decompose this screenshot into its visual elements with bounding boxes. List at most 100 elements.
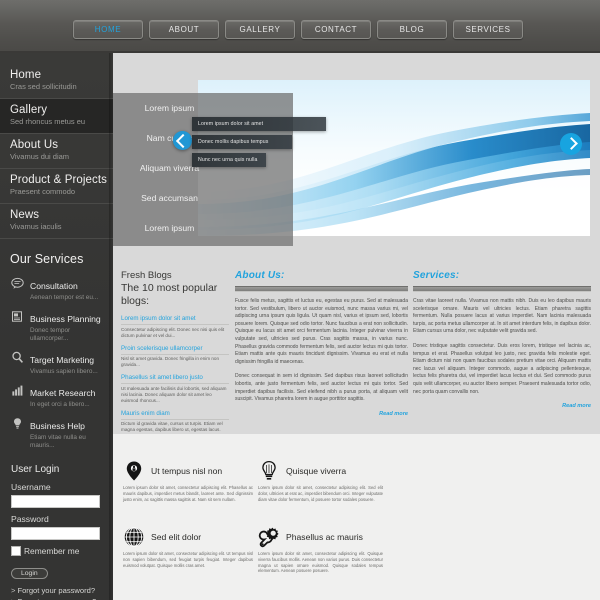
feature-description: Lorem ipsum dolor sit amet, consectetur …: [123, 485, 253, 502]
sidebar-item-home[interactable]: Home Cras sed sollicitudin: [0, 64, 113, 99]
service-subtitle: Vivamus sapien libero...: [30, 368, 98, 375]
nav-label: BLOG: [399, 25, 425, 34]
slider-caption-2: Donec mollis dapibus tempus: [192, 135, 292, 149]
fresh-blogs-heading: Fresh Blogs: [121, 270, 172, 281]
chat-bubble-icon: [11, 277, 24, 290]
left-sidebar: Home Cras sed sollicitudin Gallery Sed r…: [0, 53, 122, 600]
password-input[interactable]: [11, 527, 100, 540]
service-title: Target Marketing: [30, 355, 95, 365]
feature-block-sed-elit-dolor: Sed elit dolor Lorem ipsum dolor sit ame…: [123, 526, 253, 568]
map-pin-icon: [123, 460, 145, 482]
blog-title[interactable]: Phasellus sit amet libero justo: [121, 374, 229, 384]
sidebar-item-title: Product & Projects: [10, 174, 108, 186]
services-read-more-link[interactable]: Read more: [413, 403, 591, 409]
service-item-market-research[interactable]: Market Research In eget orci a libero...: [0, 380, 113, 413]
feature-header: Sed elit dolor: [123, 526, 253, 548]
service-title: Business Planning: [30, 314, 101, 324]
service-item-consultation[interactable]: Consultation Aenean tempor est eu...: [0, 273, 113, 306]
service-subtitle: Donec tempor ullamcorper...: [30, 327, 71, 342]
blog-list-item[interactable]: Proin scelerisque ullamcorper Nisl sit a…: [121, 345, 229, 369]
user-login-heading: User Login: [11, 464, 60, 475]
username-input[interactable]: [11, 495, 100, 508]
service-subtitle: Aenean tempor est eu...: [30, 294, 99, 301]
slider-menu-item-4[interactable]: Sed accumsan: [113, 183, 226, 213]
slider-menu-item-5[interactable]: Lorem ipsum: [113, 213, 226, 243]
document-icon: [11, 310, 24, 323]
blog-desc: Dictum id gravida vitae, cursus ut turpi…: [121, 421, 223, 432]
hero-slider: Lorem ipsum Nam cursus Aliquam viverra S…: [113, 53, 600, 256]
sidebar-item-gallery[interactable]: Gallery Sed rhoncus metus eu: [0, 99, 122, 134]
sidebar-item-subtitle: Cras sed sollicitudin: [10, 82, 77, 91]
remember-me-checkbox[interactable]: [11, 546, 21, 556]
magnifier-icon: [11, 351, 24, 364]
blog-list-item[interactable]: Lorem ipsum dolor sit amet Consectetur a…: [121, 315, 229, 339]
nav-item-gallery[interactable]: GALLERY: [225, 20, 295, 39]
about-us-read-more-link[interactable]: Read more: [235, 411, 408, 417]
nav-label: GALLERY: [239, 25, 281, 34]
service-title: Market Research: [30, 388, 96, 398]
blog-desc: Consectetur adipiscing elit. Donec nec n…: [121, 326, 225, 338]
feature-title: Ut tempus nisl non: [151, 466, 223, 476]
sidebar-item-subtitle: Vivamus iaculis: [10, 222, 62, 231]
service-subtitle: In eget orci a libero...: [30, 401, 90, 408]
feature-header: Quisque viverra: [258, 460, 383, 482]
service-title: Business Help: [30, 421, 85, 431]
section-divider: [413, 286, 591, 292]
nav-label: ABOUT: [168, 25, 200, 34]
nav-item-services[interactable]: SERVICES: [453, 20, 523, 39]
blog-title[interactable]: Proin scelerisque ullamcorper: [121, 345, 229, 355]
login-button[interactable]: Login: [11, 568, 48, 579]
nav-item-blog[interactable]: BLOG: [377, 20, 447, 39]
sidebar-item-product-projects[interactable]: Product & Projects Praesent commodo: [0, 169, 113, 204]
service-item-business-planning[interactable]: Business Planning Donec tempor ullamcorp…: [0, 306, 113, 347]
blog-title[interactable]: Mauris enim diam: [121, 410, 229, 420]
slider-side-menu: Lorem ipsum Nam cursus Aliquam viverra S…: [113, 93, 226, 243]
feature-block-quisque-viverra: Quisque viverra Lorem ipsum dolor sit am…: [258, 460, 383, 502]
blog-list-item[interactable]: Phasellus sit amet libero justo Ut males…: [121, 374, 229, 404]
slider-caption-3: Nunc nec urna quis nulla: [192, 153, 266, 167]
lightbulb-icon: [11, 417, 24, 430]
top-header-bar: HOME ABOUT GALLERY CONTACT BLOG SERVICES: [0, 0, 600, 53]
nav-label: SERVICES: [465, 25, 511, 34]
about-us-paragraph-2: Donec consequat in sem id dignissim. Sed…: [235, 373, 408, 403]
globe-icon: [123, 526, 145, 548]
services-heading: Services:: [413, 270, 460, 281]
blog-list-item[interactable]: Mauris enim diam Dictum id gravida vitae…: [121, 410, 229, 434]
nav-item-about[interactable]: ABOUT: [149, 20, 219, 39]
nav-item-contact[interactable]: CONTACT: [301, 20, 371, 39]
cursor-pointer-icon: [173, 131, 192, 150]
blog-title[interactable]: Lorem ipsum dolor sit amet: [121, 315, 229, 325]
sidebar-item-subtitle: Sed rhoncus metus eu: [10, 117, 86, 126]
service-text: Business Help Etiam vitae nulla eu mauri…: [30, 416, 107, 450]
forgot-username-link[interactable]: >Forgot your username?: [11, 597, 113, 600]
sidebar-item-news[interactable]: News Vivamus iaculis: [0, 204, 113, 239]
service-item-business-help[interactable]: Business Help Etiam vitae nulla eu mauri…: [0, 413, 113, 454]
content-columns: Fresh Blogs The 10 most popular blogs: L…: [113, 256, 600, 462]
remember-me-label: Remember me: [24, 546, 80, 556]
username-label: Username: [11, 482, 51, 492]
sidebar-item-about-us[interactable]: About Us Vivamus dui diam: [0, 134, 113, 169]
feature-description: Lorem ipsum dolor sit amet, consectetur …: [258, 485, 383, 502]
sidebar-item-subtitle: Praesent commodo: [10, 187, 76, 196]
remember-me-row[interactable]: Remember me: [11, 546, 113, 556]
service-subtitle: Etiam vitae nulla eu mauris...: [30, 434, 86, 449]
chevron-right-icon: >: [11, 586, 16, 595]
blog-desc: Nisl sit amet gravida. Donec fringilla i…: [121, 356, 220, 367]
website-mockup: HOME ABOUT GALLERY CONTACT BLOG SERVICES…: [0, 0, 600, 600]
nav-item-home[interactable]: HOME: [73, 20, 143, 39]
forgot-password-link[interactable]: > Forgot your password?: [11, 586, 113, 597]
bar-chart-icon: [11, 384, 24, 397]
service-item-target-marketing[interactable]: Target Marketing Vivamus sapien libero..…: [0, 347, 113, 380]
feature-title: Sed elit dolor: [151, 532, 202, 542]
feature-header: Ut tempus nisl non: [123, 460, 253, 482]
slider-next-button[interactable]: [560, 133, 582, 155]
sidebar-item-title: About Us: [10, 139, 59, 151]
sidebar-item-subtitle: Vivamus dui diam: [10, 152, 70, 161]
feature-description: Lorem ipsum dolor sit amet, consectetur …: [258, 551, 383, 574]
primary-navigation: HOME ABOUT GALLERY CONTACT BLOG SERVICES: [73, 20, 523, 39]
nav-label: CONTACT: [314, 25, 358, 34]
sidebar-item-title: Gallery: [10, 104, 48, 116]
section-divider: [235, 286, 408, 292]
features-section: Ut tempus nisl non Lorem ipsum dolor sit…: [113, 434, 600, 600]
service-text: Target Marketing Vivamus sapien libero..…: [30, 350, 98, 376]
